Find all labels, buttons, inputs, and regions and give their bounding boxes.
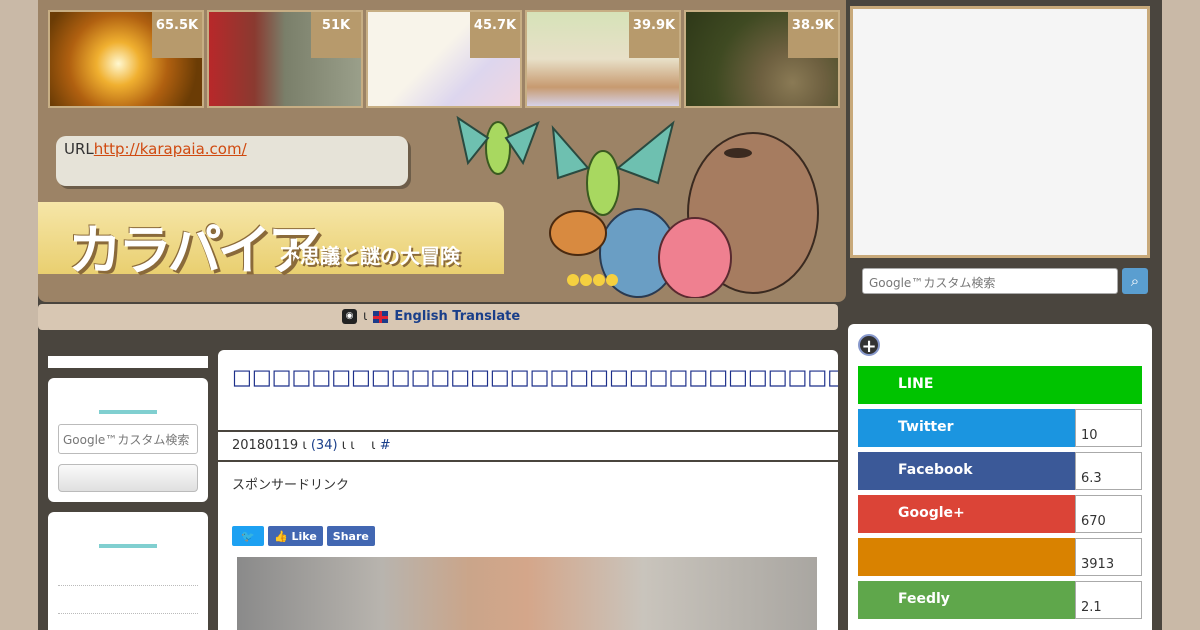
site-url-link[interactable]: http://karapaia.com/	[94, 140, 247, 158]
right-sidebar: + LINE Twitter 10 Facebook 6.3 Google+ 6…	[848, 324, 1152, 630]
twitter-bird-icon: 🐦	[241, 529, 255, 543]
right-search-input[interactable]: Google™カスタム検索	[862, 268, 1118, 294]
widget-divider	[99, 410, 157, 414]
translate-separator: ι	[363, 309, 368, 324]
feedly-share[interactable]: Feedly 2.1	[858, 581, 1142, 619]
search-widget: Google™カスタム検索	[48, 378, 208, 502]
list-item[interactable]	[58, 586, 198, 614]
article: □□□□□□□□□□□□□□□□□□□□□□□□□□□□□□□□□□□□□□□□…	[218, 350, 838, 630]
view-count-badge: 45.7K	[470, 12, 520, 58]
left-sidebar: Google™カスタム検索	[48, 356, 208, 630]
meta-separator: ι	[302, 438, 307, 453]
globe-icon[interactable]: ◉	[342, 309, 357, 324]
like-label: Like	[291, 529, 317, 543]
url-prefix: URL	[64, 140, 94, 158]
thumbnail-3[interactable]: 45.7K	[366, 10, 522, 108]
list-item[interactable]	[58, 558, 198, 586]
article-title[interactable]: □□□□□□□□□□□□□□□□□□□□□□□□□□□□□□□□□□□□□□□□…	[218, 350, 838, 430]
translate-bar: ◉ ι English Translate	[38, 304, 838, 330]
twitter-share[interactable]: Twitter 10	[858, 409, 1142, 447]
google-plus-share[interactable]: Google+ 670	[858, 495, 1142, 533]
tweet-button[interactable]: 🐦	[232, 526, 264, 546]
list-widget	[48, 512, 208, 630]
share-label	[858, 538, 1075, 576]
ad-box[interactable]	[850, 6, 1150, 258]
left-search-button[interactable]	[58, 464, 198, 492]
uk-flag-icon	[373, 310, 389, 323]
share-count: 2.1	[1075, 581, 1142, 619]
thumbnail-4[interactable]: 39.9K	[525, 10, 681, 108]
view-count-badge: 39.9K	[629, 12, 679, 58]
article-date: 20180119	[232, 438, 299, 453]
facebook-share[interactable]: Facebook 6.3	[858, 452, 1142, 490]
meta-separator: ι ι	[341, 438, 355, 453]
line-share[interactable]: LINE	[858, 366, 1142, 404]
hatena-share[interactable]: 3913	[858, 538, 1142, 576]
list-item[interactable]	[58, 614, 198, 630]
left-search-input[interactable]: Google™カスタム検索	[58, 424, 198, 454]
sponsored-link-label: スポンサードリンク	[232, 478, 350, 493]
share-label: Feedly	[858, 581, 1075, 619]
header: 65.5K 51K 45.7K 39.9K 38.9K URLhttp://ka…	[38, 0, 846, 302]
view-count-badge: 51K	[311, 12, 361, 58]
article-image	[237, 557, 817, 630]
comment-count-link[interactable]: (34)	[311, 438, 338, 453]
share-count: 3913	[1075, 538, 1142, 576]
facebook-share-button[interactable]: Share	[326, 526, 375, 546]
plus-icon[interactable]: +	[858, 334, 880, 357]
thumbs-up-icon: 👍	[274, 529, 292, 543]
thumbnail-2[interactable]: 51K	[207, 10, 363, 108]
article-meta: 20180119 ι (34) ι ι ι #	[218, 430, 838, 462]
thumbnail-1[interactable]: 65.5K	[48, 10, 204, 108]
view-count-badge: 38.9K	[788, 12, 838, 58]
share-count: 670	[1075, 495, 1142, 533]
view-count-badge: 65.5K	[152, 12, 202, 58]
share-label: Facebook	[858, 452, 1075, 490]
share-buttons: 🐦 👍 Like Share	[232, 526, 375, 546]
right-search: Google™カスタム検索 ⌕	[862, 268, 1148, 294]
mascot-characters-illustration	[456, 115, 819, 298]
left-sidebar-header	[48, 356, 208, 368]
thumbnail-5[interactable]: 38.9K	[684, 10, 840, 108]
widget-divider	[99, 544, 157, 548]
share-label: Twitter	[858, 409, 1075, 447]
search-button[interactable]: ⌕	[1122, 268, 1148, 294]
search-icon: ⌕	[1130, 272, 1140, 290]
facebook-like-button[interactable]: 👍 Like	[268, 526, 323, 546]
share-label: LINE	[858, 366, 1142, 404]
meta-separator: ι	[371, 438, 376, 453]
page: 65.5K 51K 45.7K 39.9K 38.9K URLhttp://ka…	[38, 0, 1162, 630]
share-count: 6.3	[1075, 452, 1142, 490]
hash-link[interactable]: #	[380, 438, 391, 453]
english-translate-link[interactable]: English Translate	[394, 309, 520, 324]
share-count: 10	[1075, 409, 1142, 447]
url-box: URLhttp://karapaia.com/	[56, 136, 408, 186]
share-label: Google+	[858, 495, 1075, 533]
